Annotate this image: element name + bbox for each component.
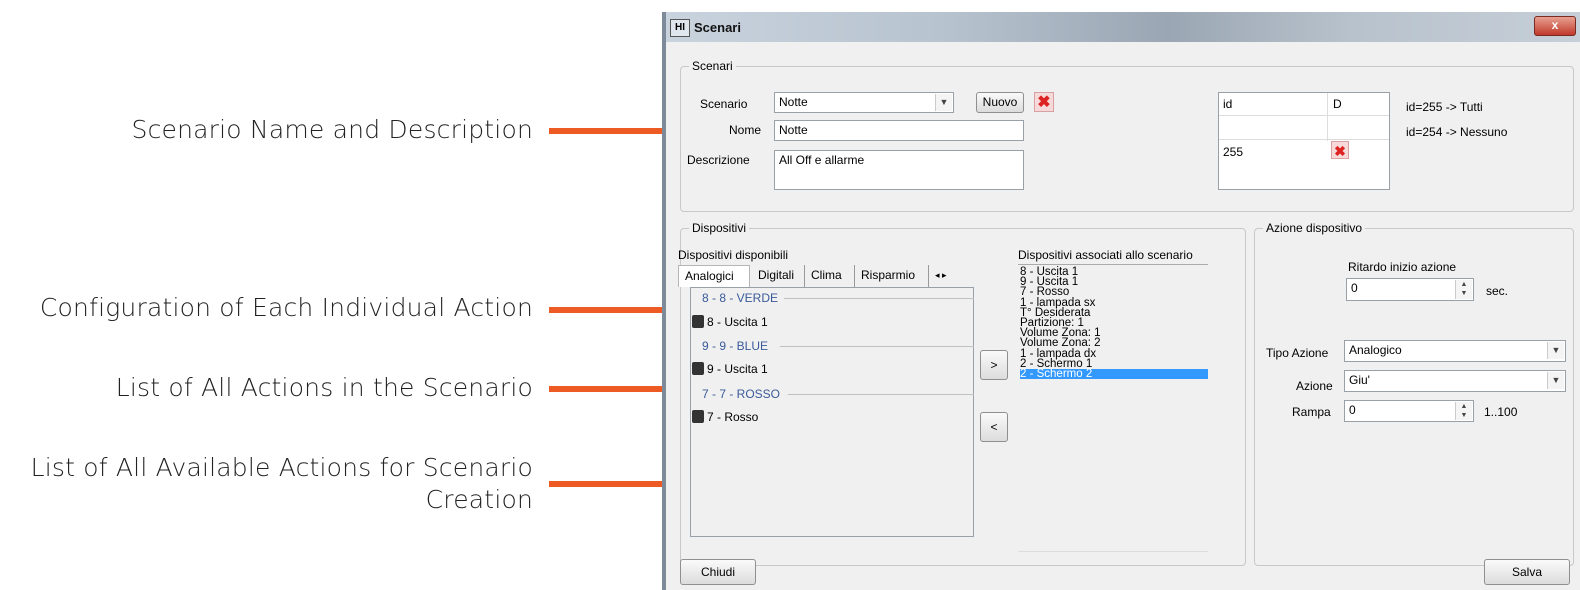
tab-analogici[interactable]: Analogici <box>678 265 750 287</box>
list-item-selected[interactable]: 2 - Schermo 2 <box>1020 368 1208 380</box>
remove-device-button[interactable]: < <box>980 412 1008 442</box>
dispositivi-legend: Dispositivi <box>689 221 750 235</box>
available-devices-label: Dispositivi disponibili <box>678 248 789 262</box>
nome-label: Nome <box>729 123 762 137</box>
descrizione-field[interactable]: All Off e allarme <box>774 150 1024 190</box>
chevron-down-icon[interactable]: ▼ <box>1547 342 1564 359</box>
d-column-header: D <box>1333 97 1342 111</box>
azione-legend: Azione dispositivo <box>1263 221 1366 235</box>
title-bar: HI Scenari x <box>666 12 1580 42</box>
save-button[interactable]: Salva <box>1484 559 1570 585</box>
note-all: id=255 -> Tutti <box>1406 100 1483 114</box>
new-scenario-button[interactable]: Nuovo <box>976 92 1024 113</box>
nome-field[interactable]: Notte <box>774 120 1024 141</box>
spinner-arrows-icon[interactable]: ▲ ▼ <box>1455 402 1472 420</box>
delay-label: Ritardo inizio azione <box>1348 260 1457 274</box>
azione-label: Azione <box>1296 379 1333 393</box>
scenari-window: HI Scenari x Scenari Scenario Notte ▼ Nuo… <box>662 12 1580 590</box>
rampa-spinner[interactable]: 0 ▲ ▼ <box>1344 400 1474 422</box>
device-icon <box>692 315 704 328</box>
add-device-button[interactable]: > <box>980 350 1008 380</box>
tab-risparmio[interactable]: Risparmio <box>854 265 926 287</box>
note-none: id=254 -> Nessuno <box>1406 125 1508 139</box>
device-group-header: 7 - 7 - ROSSO <box>702 387 974 401</box>
rampa-range: 1..100 <box>1484 405 1518 419</box>
delay-unit: sec. <box>1486 284 1509 298</box>
tab-digitali[interactable]: Digitali <box>752 265 802 287</box>
list-item[interactable]: 9 - Uscita 1 <box>692 362 768 376</box>
device-icon <box>692 362 704 375</box>
device-group-header: 9 - 9 - BLUE <box>702 339 974 353</box>
delay-spinner[interactable]: 0 ▲ ▼ <box>1346 278 1474 301</box>
id-column-header: id <box>1223 97 1233 111</box>
azione-dropdown[interactable]: Giu' ▼ <box>1344 370 1566 392</box>
id-table[interactable]: id D 255 ✖ <box>1218 92 1390 190</box>
scenari-legend: Scenari <box>689 59 736 73</box>
app-icon: HI <box>670 19 690 37</box>
spinner-arrows-icon[interactable]: ▲ ▼ <box>1455 280 1472 299</box>
chevron-down-icon[interactable]: ▼ <box>1547 372 1564 389</box>
associated-devices-items[interactable]: 8 - Uscita 1 9 - Uscita 1 7 - Rosso 1 - … <box>1020 266 1208 380</box>
tipo-azione-dropdown[interactable]: Analogico ▼ <box>1344 340 1566 362</box>
annotation-scenario-name: Scenario Name and Description <box>131 115 533 144</box>
annotation-action-config: Configuration of Each Individual Action <box>39 293 533 322</box>
close-button[interactable]: Chiudi <box>680 559 756 585</box>
tipo-azione-label: Tipo Azione <box>1266 346 1329 360</box>
device-group-header: 8 - 8 - VERDE <box>702 291 974 305</box>
table-row: 255 <box>1223 145 1244 159</box>
device-icon <box>692 410 704 423</box>
delete-scenario-icon[interactable]: ✖ <box>1034 92 1054 112</box>
scenario-dropdown[interactable]: Notte ▼ <box>774 92 954 113</box>
delete-row-icon[interactable]: ✖ <box>1331 141 1349 159</box>
associated-devices-label: Dispositivi associati allo scenario <box>1018 248 1193 262</box>
list-item[interactable]: 7 - Rosso <box>692 410 758 424</box>
list-item[interactable]: 8 - Uscita 1 <box>692 315 768 329</box>
tab-clima[interactable]: Clima <box>804 265 852 287</box>
annotation-available-actions: List of All Available Actions for Scenar… <box>30 453 533 514</box>
descrizione-label: Descrizione <box>687 153 750 167</box>
window-title: Scenari <box>694 20 741 35</box>
window-close-button[interactable]: x <box>1534 16 1576 36</box>
chevron-down-icon[interactable]: ▼ <box>935 94 952 111</box>
rampa-label: Rampa <box>1292 405 1331 419</box>
scenario-label: Scenario <box>700 97 748 111</box>
annotation-actions-list: List of All Actions in the Scenario <box>115 373 533 402</box>
tab-scroll-arrows[interactable]: ◂ ▸ <box>928 265 968 287</box>
list-item[interactable]: Volume Zona: 2 <box>1020 337 1208 349</box>
